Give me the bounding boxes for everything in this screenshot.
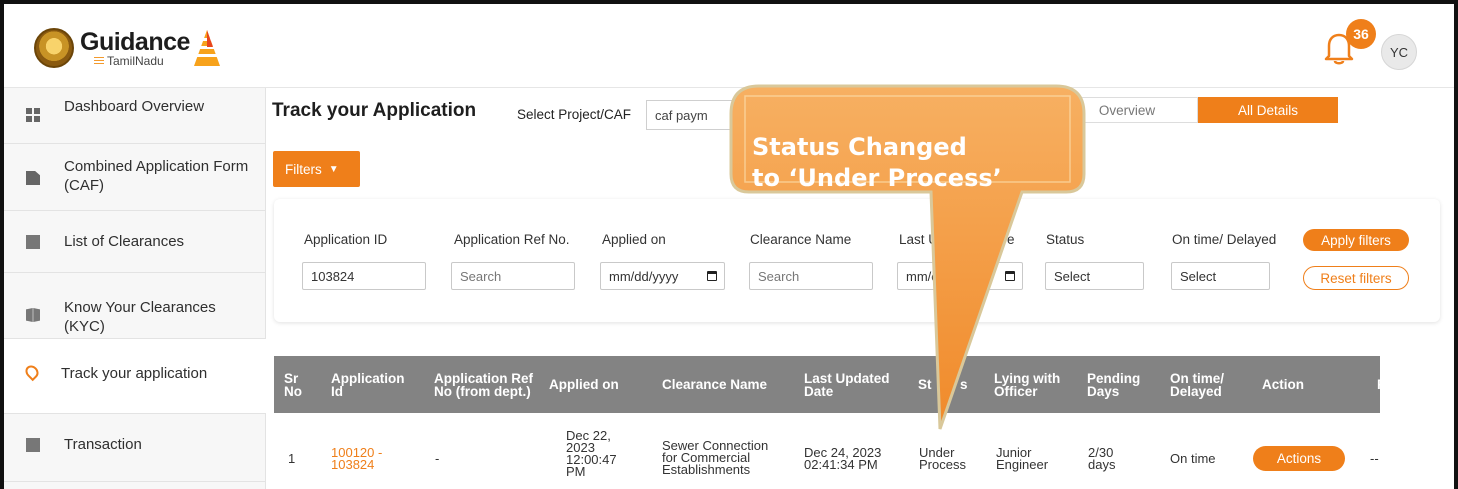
- cell-clearance-name: Sewer Connection for Commercial Establishm…: [662, 438, 769, 477]
- clearance-name-label: Clearance Name: [750, 232, 852, 247]
- sidebar-item-caf[interactable]: Combined Application Form (CAF): [4, 144, 266, 211]
- cell-lying-with: Junior Engineer: [996, 445, 1049, 472]
- select-project-input[interactable]: caf paym: [646, 100, 776, 130]
- tamilnadu-seal-icon: [34, 28, 74, 68]
- application-ref-label: Application Ref No.: [454, 232, 570, 247]
- col-clearance-name: Clearance Name: [662, 377, 768, 392]
- application-id-input[interactable]: 103824: [302, 262, 426, 290]
- brand-name: Guidance: [80, 27, 190, 56]
- caret-down-icon: ▼: [328, 163, 339, 175]
- last-updated-label-tail: e: [1007, 232, 1015, 247]
- top-header: Guidance TamilNadu 36 YC: [4, 4, 1454, 88]
- clearance-name-input[interactable]: Search: [749, 262, 873, 290]
- status-label: Status: [1046, 232, 1085, 247]
- list-icon: [26, 235, 40, 249]
- cell-on-time: On time: [1170, 451, 1216, 466]
- last-updated-label: Last U: [899, 232, 939, 247]
- sidebar-item-label: Combined Application Form (CAF): [64, 158, 249, 194]
- flame-logo-icon: [193, 30, 220, 66]
- reset-filters-button[interactable]: Reset filters: [1303, 266, 1409, 290]
- book-icon: [26, 308, 40, 322]
- sidebar-item-label: Track your application: [61, 365, 208, 382]
- col-last-updated: Last Updated Date: [804, 370, 890, 399]
- sidebar-item-clearances[interactable]: List of Clearances: [4, 211, 266, 273]
- filters-button-label: Filters: [285, 161, 322, 177]
- applied-on-label: Applied on: [602, 232, 666, 247]
- col-on-time: On time/Delayed: [1170, 370, 1225, 399]
- filter-panel: [274, 199, 1440, 322]
- select-project-label: Select Project/CAF: [517, 107, 632, 122]
- status-select[interactable]: Select: [1045, 262, 1144, 290]
- sidebar-item-transaction[interactable]: Transaction: [4, 414, 266, 482]
- applied-on-placeholder: mm/dd/yyyy: [609, 269, 679, 284]
- application-id-label: Application ID: [304, 232, 388, 247]
- notification-count-badge: 36: [1346, 19, 1376, 49]
- col-status-tail: s: [960, 377, 968, 392]
- applied-on-date-input[interactable]: mm/dd/yyyy: [600, 262, 725, 290]
- brand-subname: TamilNadu: [107, 53, 164, 68]
- tab-all-details[interactable]: All Details: [1198, 97, 1338, 123]
- cell-pending-days: 2/30 days: [1088, 445, 1116, 472]
- cell-application-ref: -: [435, 451, 440, 466]
- on-time-label: On time/ Delayed: [1172, 232, 1277, 247]
- sidebar-item-label: List of Clearances: [64, 233, 185, 250]
- col-application-ref: Application Ref No (from dept.): [434, 370, 534, 399]
- view-tabs: Overview All Details: [1056, 97, 1338, 123]
- calendar-icon[interactable]: [1005, 271, 1015, 281]
- cell-extra: --: [1370, 451, 1379, 466]
- col-status: St: [918, 377, 932, 392]
- col-action: Action: [1262, 377, 1304, 392]
- sidebar-item-kyc[interactable]: Know Your Clearances (KYC): [4, 273, 266, 339]
- sidebar-item-dashboard[interactable]: Dashboard Overview: [4, 88, 266, 144]
- callout-line-1: Status Changed: [752, 133, 967, 161]
- user-avatar[interactable]: YC: [1381, 34, 1417, 70]
- tab-overview[interactable]: Overview: [1056, 97, 1198, 123]
- sidebar: Dashboard Overview Combined Application …: [4, 88, 266, 489]
- location-pin-icon: [22, 362, 42, 382]
- callout-text: Status Changed to ‘Under Process’: [752, 132, 1082, 194]
- document-icon: [26, 171, 40, 185]
- col-sr-no: Sr No: [284, 370, 302, 399]
- cell-applied-on: Dec 22, 2023 12:00:47 PM: [566, 428, 617, 479]
- sidebar-item-label: Transaction: [64, 436, 142, 453]
- col-application-id: Application Id: [331, 370, 405, 399]
- cell-sr: 1: [288, 451, 296, 466]
- cell-status: Under Process: [919, 445, 966, 472]
- app-frame: Guidance TamilNadu 36 YC Dashboard Overv…: [0, 0, 1458, 489]
- on-time-select[interactable]: Select: [1171, 262, 1270, 290]
- sidebar-item-track[interactable]: Track your application: [4, 339, 266, 414]
- last-updated-date-input[interactable]: mm/c: [897, 262, 1023, 290]
- sidebar-item-label: Dashboard Overview: [64, 98, 205, 115]
- col-applied-on: Applied on: [549, 377, 619, 392]
- transaction-icon: [26, 438, 40, 452]
- filters-button[interactable]: Filters ▼: [273, 151, 360, 187]
- page-title: Track your Application: [272, 100, 477, 121]
- guidance-logo[interactable]: Guidance TamilNadu: [34, 26, 220, 70]
- col-lying-with: Lying with Officer: [994, 370, 1061, 399]
- application-ref-input[interactable]: Search: [451, 262, 575, 290]
- last-updated-placeholder: mm/c: [906, 269, 938, 284]
- col-extra: F: [1377, 377, 1386, 392]
- cell-application-id-link[interactable]: 100120 -103824: [331, 446, 382, 471]
- callout-line-2: to ‘Under Process’: [752, 164, 1002, 192]
- dashboard-icon: [26, 108, 40, 122]
- sidebar-item-label: Know Your Clearances (KYC): [64, 299, 216, 335]
- apply-filters-button[interactable]: Apply filters: [1303, 229, 1409, 251]
- actions-button[interactable]: Actions: [1253, 446, 1345, 471]
- calendar-icon[interactable]: [707, 271, 717, 281]
- col-pending-days: Pending Days: [1087, 370, 1141, 399]
- cell-last-updated: Dec 24, 2023 02:41:34 PM: [804, 445, 882, 472]
